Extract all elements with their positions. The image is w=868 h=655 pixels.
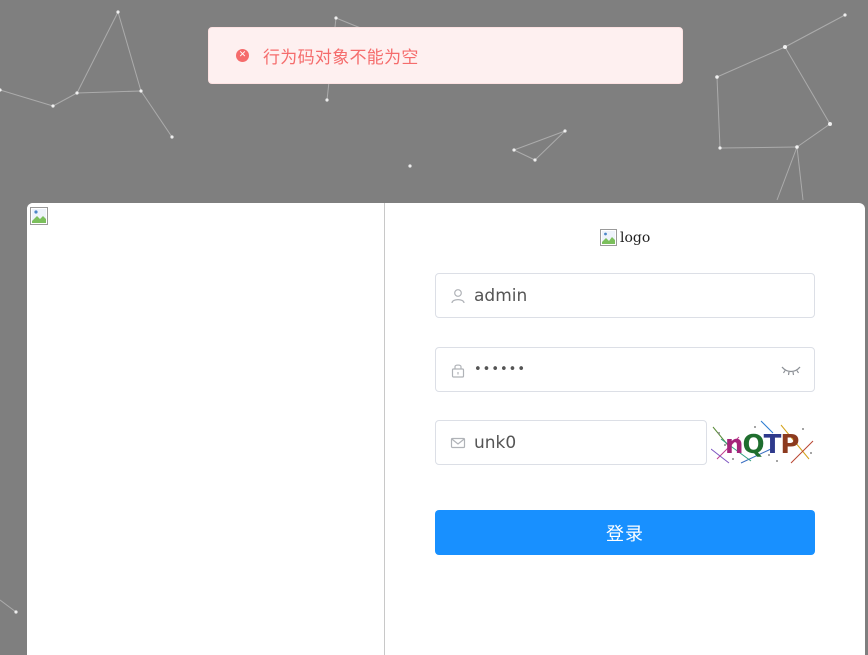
- logo: logo: [600, 229, 650, 247]
- login-card: logo admin •••••• unk0 nQTP 登录: [27, 203, 865, 655]
- eye-closed-icon[interactable]: [780, 363, 802, 377]
- captcha-field[interactable]: unk0: [435, 420, 707, 465]
- username-value: admin: [474, 285, 528, 306]
- error-toast: ✕ 行为码对象不能为空: [208, 27, 683, 84]
- mail-icon: [450, 437, 466, 448]
- error-message: 行为码对象不能为空: [263, 48, 419, 68]
- logo-alt-text: logo: [620, 230, 651, 246]
- password-field[interactable]: ••••••: [435, 347, 815, 392]
- illustration-panel: [27, 203, 385, 655]
- error-circle-icon: ✕: [236, 49, 249, 62]
- username-field[interactable]: admin: [435, 273, 815, 318]
- captcha-image[interactable]: nQTP: [711, 419, 815, 465]
- user-icon: [451, 288, 465, 303]
- login-form-panel: logo admin •••••• unk0 nQTP 登录: [385, 203, 865, 655]
- captcha-value: unk0: [474, 432, 517, 453]
- captcha-text: nQTP: [725, 430, 798, 460]
- login-button[interactable]: 登录: [435, 510, 815, 555]
- login-page: ✕ 行为码对象不能为空 logo admin •••••• unk0 nQTP …: [0, 0, 868, 655]
- password-value: ••••••: [474, 362, 527, 377]
- broken-image-icon: [600, 229, 617, 246]
- broken-image-icon: [30, 207, 48, 225]
- lock-icon: [451, 363, 465, 378]
